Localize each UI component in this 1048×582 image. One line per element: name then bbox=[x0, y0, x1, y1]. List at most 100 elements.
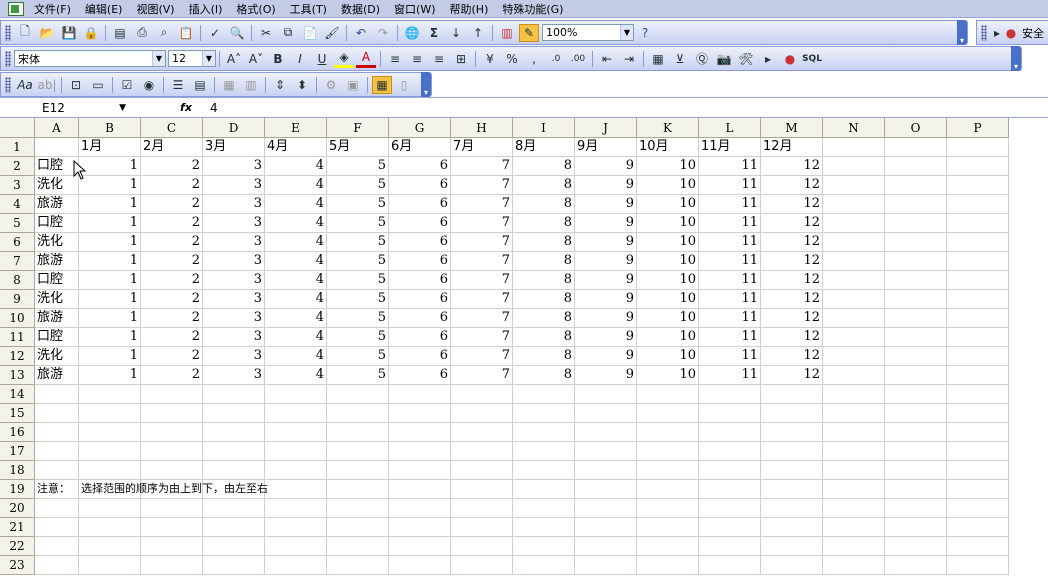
row-header[interactable]: 2 bbox=[0, 157, 35, 176]
combo-box-icon[interactable]: ▤ bbox=[190, 76, 210, 94]
cell[interactable]: 3 bbox=[203, 176, 265, 195]
cell[interactable]: 8 bbox=[513, 252, 575, 271]
cell[interactable] bbox=[823, 499, 885, 518]
cell[interactable] bbox=[885, 442, 947, 461]
cell[interactable] bbox=[947, 214, 1009, 233]
hyperlink-icon[interactable]: 🌐 bbox=[402, 24, 422, 42]
decrease-decimal-icon[interactable]: .00 bbox=[568, 50, 588, 68]
cell[interactable]: 旅游 bbox=[35, 252, 79, 271]
row-header[interactable]: 10 bbox=[0, 309, 35, 328]
cell[interactable] bbox=[823, 385, 885, 404]
column-header[interactable]: M bbox=[761, 118, 823, 138]
cell[interactable] bbox=[761, 404, 823, 423]
run-dialog-icon[interactable]: ▯ bbox=[394, 76, 414, 94]
cell[interactable] bbox=[947, 271, 1009, 290]
chevron-down-icon[interactable]: ▼ bbox=[202, 51, 215, 66]
cell[interactable]: 4 bbox=[265, 176, 327, 195]
cell[interactable]: 11 bbox=[699, 195, 761, 214]
cell[interactable]: 5月 bbox=[327, 138, 389, 157]
open-icon[interactable]: 📂 bbox=[37, 24, 57, 42]
cell[interactable]: 11月 bbox=[699, 138, 761, 157]
cell[interactable] bbox=[141, 461, 203, 480]
cell[interactable] bbox=[79, 423, 141, 442]
cell[interactable]: 4 bbox=[265, 309, 327, 328]
cell[interactable]: 1月 bbox=[79, 138, 141, 157]
cell[interactable] bbox=[265, 404, 327, 423]
copy-icon[interactable]: ⧉ bbox=[278, 24, 298, 42]
cell[interactable] bbox=[947, 404, 1009, 423]
cell[interactable]: 洗化 bbox=[35, 290, 79, 309]
cell[interactable] bbox=[575, 423, 637, 442]
cell[interactable]: 12 bbox=[761, 252, 823, 271]
cell[interactable] bbox=[265, 537, 327, 556]
cell[interactable]: 9 bbox=[575, 252, 637, 271]
cell[interactable] bbox=[141, 537, 203, 556]
cell[interactable] bbox=[823, 290, 885, 309]
cell[interactable] bbox=[885, 480, 947, 499]
cell[interactable] bbox=[513, 461, 575, 480]
cell[interactable]: 6 bbox=[389, 176, 451, 195]
cell[interactable] bbox=[699, 537, 761, 556]
cell[interactable] bbox=[327, 404, 389, 423]
column-header[interactable]: F bbox=[327, 118, 389, 138]
cell[interactable]: 3 bbox=[203, 328, 265, 347]
cell[interactable] bbox=[513, 423, 575, 442]
cell[interactable] bbox=[79, 461, 141, 480]
toolbar-grip[interactable] bbox=[5, 76, 11, 93]
cell[interactable]: 3 bbox=[203, 214, 265, 233]
cell[interactable] bbox=[79, 537, 141, 556]
fill-color-icon[interactable]: ◈ bbox=[334, 50, 354, 68]
cell[interactable]: 9 bbox=[575, 233, 637, 252]
combo-list-icon[interactable]: ▦ bbox=[219, 76, 239, 94]
row-header[interactable]: 16 bbox=[0, 423, 35, 442]
toggle-grid-icon[interactable]: ▦ bbox=[372, 75, 392, 94]
column-header[interactable]: N bbox=[823, 118, 885, 138]
cell[interactable] bbox=[885, 385, 947, 404]
cell[interactable] bbox=[265, 480, 327, 499]
cell[interactable] bbox=[575, 442, 637, 461]
cell[interactable]: 11 bbox=[699, 176, 761, 195]
cell[interactable] bbox=[265, 442, 327, 461]
note-cell[interactable]: 选择范围的顺序为由上到下，由左至右 bbox=[79, 480, 268, 499]
cell[interactable] bbox=[327, 423, 389, 442]
cell[interactable]: 3 bbox=[203, 271, 265, 290]
decrease-indent-icon[interactable]: ⇤ bbox=[597, 50, 617, 68]
cell[interactable] bbox=[637, 442, 699, 461]
cell[interactable]: 2月 bbox=[141, 138, 203, 157]
cell[interactable]: 8 bbox=[513, 328, 575, 347]
cell[interactable] bbox=[35, 518, 79, 537]
cell[interactable]: 7 bbox=[451, 290, 513, 309]
cell[interactable] bbox=[823, 404, 885, 423]
cell[interactable] bbox=[761, 480, 823, 499]
button-icon[interactable]: ▭ bbox=[88, 76, 108, 94]
cell[interactable]: 3 bbox=[203, 157, 265, 176]
cell[interactable] bbox=[823, 442, 885, 461]
cell[interactable] bbox=[637, 556, 699, 575]
cell[interactable]: 5 bbox=[327, 176, 389, 195]
cell[interactable] bbox=[513, 499, 575, 518]
column-header[interactable]: C bbox=[141, 118, 203, 138]
row-header[interactable]: 12 bbox=[0, 347, 35, 366]
cell[interactable] bbox=[513, 385, 575, 404]
cell[interactable]: 5 bbox=[327, 271, 389, 290]
increase-indent-icon[interactable]: ⇥ bbox=[619, 50, 639, 68]
cell[interactable] bbox=[389, 480, 451, 499]
cell[interactable]: 5 bbox=[327, 309, 389, 328]
cell[interactable]: 11 bbox=[699, 214, 761, 233]
cell[interactable] bbox=[513, 442, 575, 461]
cell[interactable]: 7 bbox=[451, 233, 513, 252]
cell[interactable]: 旅游 bbox=[35, 195, 79, 214]
print-icon[interactable]: ⎙ bbox=[132, 24, 152, 42]
cell[interactable]: 5 bbox=[327, 347, 389, 366]
column-header[interactable]: P bbox=[947, 118, 1009, 138]
redo-icon[interactable]: ↷ bbox=[373, 24, 393, 42]
row-header[interactable]: 11 bbox=[0, 328, 35, 347]
cell[interactable] bbox=[35, 556, 79, 575]
cell[interactable] bbox=[35, 499, 79, 518]
cell[interactable]: 6月 bbox=[389, 138, 451, 157]
cell[interactable]: 4 bbox=[265, 195, 327, 214]
cell[interactable] bbox=[947, 176, 1009, 195]
cell[interactable] bbox=[699, 442, 761, 461]
formula-input[interactable]: 4 bbox=[210, 101, 218, 115]
cell[interactable]: 洗化 bbox=[35, 233, 79, 252]
